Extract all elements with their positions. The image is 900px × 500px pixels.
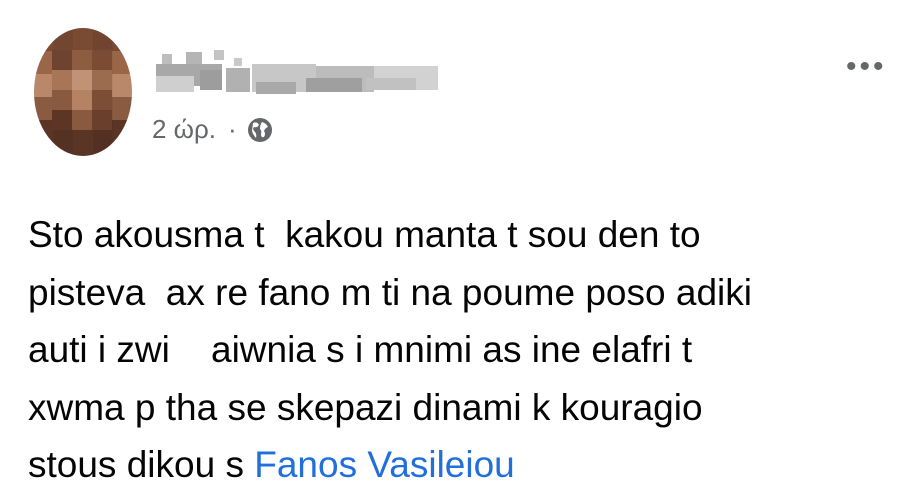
globe-icon[interactable] (247, 117, 273, 143)
post-body: Sto akousma t kakou manta t sou den to pi… (28, 206, 888, 494)
avatar[interactable] (34, 28, 132, 156)
post-line: xwma p tha se skepazi dinami k kouragio (28, 386, 703, 428)
more-options-button[interactable]: ••• (846, 52, 887, 82)
meta-separator: · (228, 114, 237, 144)
mention-link[interactable]: Fanos Vasileiou (254, 444, 515, 485)
author-name-redacted[interactable] (156, 48, 442, 104)
post-line-last: stous dikou s Fanos Vasileiou (28, 436, 888, 494)
post-line: pisteva ax re fano m ti na poume poso ad… (28, 271, 752, 313)
post-line: auti i zwi aiwnia s i mnimi as ine elafr… (28, 329, 693, 370)
facebook-post: 2 ώρ. · ••• Sto akousma t kakou manta t … (0, 0, 900, 500)
post-line: Sto akousma t kakou manta t sou den to (28, 214, 701, 255)
post-meta: 2 ώρ. · (152, 114, 273, 145)
post-timestamp[interactable]: 2 ώρ. (152, 114, 216, 145)
post-line-text: stous dikou s (28, 444, 255, 485)
